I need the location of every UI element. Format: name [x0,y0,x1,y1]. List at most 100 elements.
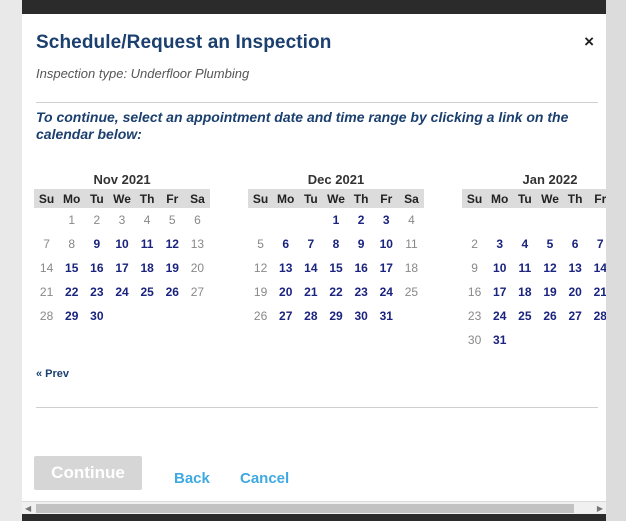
available-date-link[interactable]: 2 [358,213,365,227]
month-title: Nov 2021 [93,172,151,187]
available-date-link[interactable]: 14 [304,261,317,275]
available-date-link[interactable]: 1 [333,213,340,227]
available-date-link[interactable]: 20 [568,285,581,299]
available-date-link[interactable]: 26 [543,309,556,323]
available-date-link[interactable]: 24 [115,285,128,299]
calendar-day-cell: 30 [349,304,374,328]
available-date-link[interactable]: 7 [597,237,604,251]
empty-day-cell [273,208,298,232]
continue-button[interactable]: Continue [34,456,142,490]
unavailable-date: 18 [404,261,419,275]
empty-day-cell [248,208,273,232]
available-date-link[interactable]: 12 [166,237,179,251]
available-date-link[interactable]: 9 [94,237,101,251]
calendar-day-cell: 1 [323,208,348,232]
available-date-link[interactable]: 27 [279,309,292,323]
available-date-link[interactable]: 17 [115,261,128,275]
available-date-link[interactable]: 30 [90,309,103,323]
unavailable-date: 27 [190,285,205,299]
available-date-link[interactable]: 9 [358,237,365,251]
available-date-link[interactable]: 18 [518,285,531,299]
horizontal-scrollbar[interactable]: ◀ ▶ [22,501,606,514]
unavailable-date: 1 [68,213,76,227]
available-date-link[interactable]: 6 [282,237,289,251]
available-date-link[interactable]: 25 [518,309,531,323]
available-date-link[interactable]: 28 [594,309,606,323]
available-date-link[interactable]: 20 [279,285,292,299]
available-date-link[interactable]: 29 [65,309,78,323]
back-button[interactable]: Back [174,470,210,487]
available-date-link[interactable]: 10 [493,261,506,275]
available-date-link[interactable]: 16 [90,261,103,275]
calendar-day-cell: 9 [84,232,109,256]
available-date-link[interactable]: 13 [568,261,581,275]
scrollbar-thumb[interactable] [36,504,574,513]
available-date-link[interactable]: 19 [166,261,179,275]
available-date-link[interactable]: 24 [380,285,393,299]
available-date-link[interactable]: 10 [115,237,128,251]
available-date-link[interactable]: 3 [383,213,390,227]
calendar-day-cell: 3 [487,232,512,256]
available-date-link[interactable]: 30 [354,309,367,323]
scroll-right-icon[interactable]: ▶ [597,502,603,514]
available-date-link[interactable]: 5 [547,237,554,251]
weekday-header: We [109,189,135,208]
unavailable-date: 7 [43,237,50,251]
available-date-link[interactable]: 21 [594,285,606,299]
available-date-link[interactable]: 28 [304,309,317,323]
calendar-day-cell: 19 [537,280,562,304]
available-date-link[interactable]: 27 [568,309,581,323]
available-date-link[interactable]: 4 [522,237,529,251]
calendar-day-cell: 10 [374,232,399,256]
calendar-week-row: 14 15 16 17 18 19 20 [34,256,210,280]
close-icon[interactable]: × [584,32,594,52]
available-date-link[interactable]: 17 [493,285,506,299]
available-date-link[interactable]: 12 [543,261,556,275]
available-date-link[interactable]: 25 [140,285,153,299]
available-date-link[interactable]: 29 [329,309,342,323]
available-date-link[interactable]: 15 [329,261,342,275]
available-date-link[interactable]: 14 [594,261,606,275]
weekday-header: Tu [512,189,538,208]
calendar-day-cell: 28 [588,304,606,328]
weekday-header: Su [34,189,60,208]
calendar-day-cell: 12 [537,256,562,280]
unavailable-date: 21 [39,285,54,299]
available-date-link[interactable]: 22 [329,285,342,299]
calendar-day-cell: 26 [537,304,562,328]
available-date-link[interactable]: 24 [493,309,506,323]
calendar-day-cell: 31 [374,304,399,328]
available-date-link[interactable]: 23 [90,285,103,299]
available-date-link[interactable]: 23 [354,285,367,299]
prev-month-link[interactable]: « Prev [36,368,69,380]
available-date-link[interactable]: 21 [304,285,317,299]
available-date-link[interactable]: 7 [308,237,315,251]
calendar-day-cell: 12 [160,232,185,256]
calendar-day-cell: 4 [512,232,537,256]
available-date-link[interactable]: 11 [519,261,532,275]
weekday-header: Su [462,189,488,208]
available-date-link[interactable]: 18 [140,261,153,275]
unavailable-date: 28 [39,309,54,323]
available-date-link[interactable]: 31 [380,309,393,323]
available-date-link[interactable]: 6 [572,237,579,251]
available-date-link[interactable]: 16 [354,261,367,275]
available-date-link[interactable]: 13 [279,261,292,275]
available-date-link[interactable]: 19 [543,285,556,299]
available-date-link[interactable]: 10 [380,237,393,251]
available-date-link[interactable]: 11 [141,237,154,251]
available-date-link[interactable]: 3 [496,237,503,251]
available-date-link[interactable]: 26 [166,285,179,299]
scroll-left-icon[interactable]: ◀ [25,502,31,514]
empty-day-cell [109,304,134,328]
calendar-dec-2021: Dec 2021 Su Mo Tu We Th Fr Sa 1 2 3 4 5 6 7 8 9 10 11 12 13… [248,172,424,328]
available-date-link[interactable]: 8 [333,237,340,251]
available-date-link[interactable]: 15 [65,261,78,275]
calendar-grid: SuMoTuWeThFrSa12345678910111213141516171… [462,189,606,352]
available-date-link[interactable]: 22 [65,285,78,299]
cancel-button[interactable]: Cancel [240,470,289,487]
available-date-link[interactable]: 31 [493,333,506,347]
calendar-day-cell: 8 [323,232,348,256]
available-date-link[interactable]: 17 [380,261,393,275]
calendar-nov-2021: Nov 2021 Su Mo Tu We Th Fr Sa 1 2 3 4 5 6 7 8 9 10 11 12 13… [34,172,210,328]
